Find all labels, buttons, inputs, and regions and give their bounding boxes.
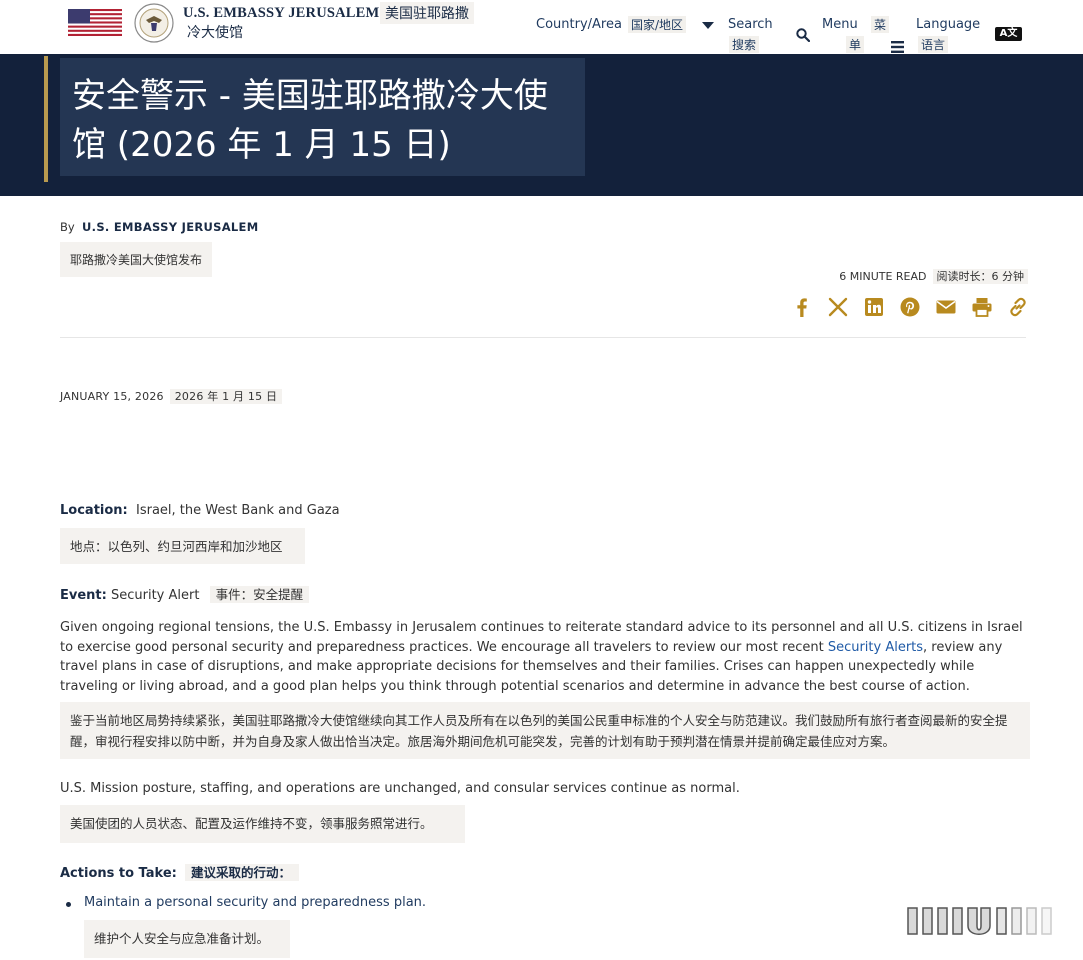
search-icon[interactable] bbox=[796, 27, 811, 46]
email-icon[interactable] bbox=[935, 296, 957, 318]
x-icon[interactable] bbox=[827, 296, 849, 318]
actions-heading: Actions to Take: 建议采取的行动： bbox=[60, 863, 299, 884]
menu-zh-2: 单 bbox=[846, 36, 865, 53]
byline: By U.S. EMBASSY JERUSALEM bbox=[60, 220, 258, 234]
page-title-line1: 安全警示 - 美国驻耶路撒冷大使 bbox=[72, 76, 548, 116]
chevron-down-icon[interactable] bbox=[702, 22, 714, 29]
embassy-seal-icon bbox=[134, 3, 174, 43]
brand-name-zh-line2: 冷大使馆 bbox=[187, 25, 243, 41]
page-title-line2: 馆 (2026 年 1 月 15 日) bbox=[72, 125, 451, 165]
event-value: Security Alert bbox=[110, 588, 200, 603]
language-zh: 语言 bbox=[918, 36, 949, 53]
location-label: Location: bbox=[60, 503, 128, 518]
actions-label: Actions to Take: bbox=[60, 866, 177, 881]
read-time-en: 6 MINUTE READ bbox=[839, 270, 927, 283]
byline-author[interactable]: U.S. EMBASSY JERUSALEM bbox=[82, 220, 258, 234]
byline-zh: 耶路撒冷美国大使馆发布 bbox=[60, 242, 213, 277]
share-bar bbox=[791, 296, 1029, 318]
print-icon[interactable] bbox=[971, 296, 993, 318]
location-line: Location: Israel, the West Bank and Gaza bbox=[60, 501, 340, 521]
country-area-zh: 国家/地区 bbox=[628, 16, 687, 33]
menu-link[interactable]: Menu bbox=[822, 17, 858, 32]
brand-name-zh-line1: 美国驻耶路撒 bbox=[380, 2, 474, 24]
linkedin-icon[interactable] bbox=[863, 296, 885, 318]
facebook-icon[interactable] bbox=[791, 296, 813, 318]
byline-prefix: By bbox=[60, 220, 75, 234]
site-header: U.S. EMBASSY JERUSALEM 美国驻耶路撒 冷大使馆 Count… bbox=[0, 0, 1083, 54]
body-paragraph-1-zh: 鉴于当前地区局势持续紧张，美国驻耶路撒冷大使馆继续向其工作人员及所有在以色列的美… bbox=[60, 702, 1030, 759]
menu-zh-1: 菜 bbox=[871, 16, 890, 33]
hero-title-box: 安全警示 - 美国驻耶路撒冷大使 馆 (2026 年 1 月 15 日) bbox=[60, 58, 585, 176]
search-zh: 搜索 bbox=[729, 36, 760, 53]
read-time: 6 MINUTE READ 阅读时长：6 分钟 bbox=[839, 268, 1028, 284]
copy-link-icon[interactable] bbox=[1007, 296, 1029, 318]
country-area-link[interactable]: Country/Area bbox=[536, 17, 622, 32]
publish-date: JANUARY 15, 2026 2026 年 1 月 15 日 bbox=[60, 388, 283, 404]
language-link[interactable]: Language bbox=[916, 17, 980, 32]
publish-date-zh: 2026 年 1 月 15 日 bbox=[169, 389, 283, 404]
us-flag-icon bbox=[68, 9, 122, 36]
search-link[interactable]: Search bbox=[728, 17, 773, 32]
action-item-1-zh: 维护个人安全与应急准备计划。 bbox=[84, 920, 290, 958]
security-alerts-link[interactable]: Security Alerts bbox=[828, 640, 923, 655]
event-line: Event: Security Alert 事件：安全提醒 bbox=[60, 585, 310, 606]
translate-icon[interactable]: A文 bbox=[995, 27, 1022, 41]
actions-zh: 建议采取的行动： bbox=[184, 864, 299, 881]
bullet-marker bbox=[66, 902, 71, 907]
divider bbox=[60, 337, 1026, 338]
hero-banner: 安全警示 - 美国驻耶路撒冷大使 馆 (2026 年 1 月 15 日) bbox=[0, 54, 1083, 196]
location-zh: 地点：以色列、约旦河西岸和加沙地区 bbox=[60, 528, 305, 564]
location-value: Israel, the West Bank and Gaza bbox=[136, 503, 340, 518]
body-paragraph-1: Given ongoing regional tensions, the U.S… bbox=[60, 618, 1030, 696]
read-time-zh: 阅读时长：6 分钟 bbox=[932, 269, 1028, 284]
brand-name-en[interactable]: U.S. EMBASSY JERUSALEM bbox=[183, 5, 379, 22]
action-item-1: Maintain a personal security and prepare… bbox=[84, 895, 427, 910]
pinterest-icon[interactable] bbox=[899, 296, 921, 318]
hero-accent-bar bbox=[44, 56, 48, 182]
publish-date-en: JANUARY 15, 2026 bbox=[60, 390, 164, 403]
body-paragraph-2-zh: 美国使团的人员状态、配置及运作维持不变，领事服务照常进行。 bbox=[60, 805, 465, 843]
event-zh: 事件：安全提醒 bbox=[209, 586, 310, 603]
body-paragraph-2: U.S. Mission posture, staffing, and oper… bbox=[60, 781, 740, 796]
event-label: Event: bbox=[60, 588, 107, 603]
watermark-logo bbox=[905, 904, 1055, 940]
